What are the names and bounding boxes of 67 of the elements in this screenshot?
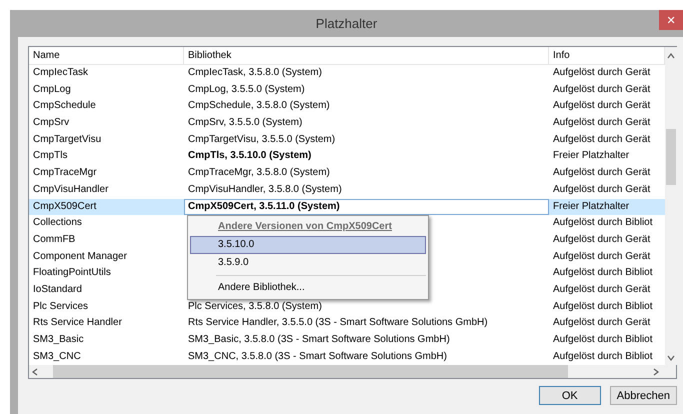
scrollbar-thumb[interactable] [666,129,676,185]
name-cell-text: CmpTls [32,149,68,164]
name-cell-text: Rts Service Handler [32,316,123,330]
name-cell-text: Plc Services [32,300,90,314]
scroll-up-icon[interactable] [667,52,675,60]
info-cell-text: Aufgelöst durch Bibliot [552,216,654,230]
window-title: Platzhalter [316,16,378,31]
name-cell-text: IoStandard [32,282,83,297]
info-cell-text: Freier Platzhalter [552,200,630,214]
library-cell-text: Rts Service Handler, 3.5.5.0 (3S - Smart Software Solutions GmbH) [187,316,489,330]
info-cell-text: Aufgelöst durch Bibliot [552,333,654,347]
library-cell-text: CmpIecTask, 3.5.8.0 (System) [187,66,323,80]
library-cell-text: CmpTargetVisu, 3.5.5.0 (System) [187,132,336,147]
info-cell-text: Aufgelöst durch Gerät [552,66,652,80]
name-cell-text: Collections [32,216,83,230]
menu-item[interactable]: Andere Bibliothek... [190,279,426,297]
menu-item[interactable]: 3.5.9.0 [190,254,426,272]
info-cell-text: Aufgelöst durch Gerät [552,99,652,114]
column-header[interactable]: Bibliothek [184,47,549,64]
menu-item[interactable]: 3.5.10.0 [190,236,426,254]
info-cell-text: Aufgelöst durch Bibliot [552,350,654,364]
scroll-right-icon[interactable] [652,368,660,376]
name-cell-text: CmpLog [32,82,72,97]
info-cell-text: Aufgelöst durch Gerät [552,282,652,297]
info-cell-text: Aufgelöst durch Gerät [552,316,652,330]
ok-button[interactable]: OK [538,386,601,405]
cancel-button[interactable]: Abbrechen [610,386,677,405]
menu-heading: Andere Versionen von CmpX509Cert [218,220,392,234]
horizontal-scrollbar[interactable] [29,365,676,378]
info-cell-text: Freier Platzhalter [552,149,630,164]
name-cell-text: CommFB [32,232,76,247]
name-cell-text: CmpTraceMgr [32,166,98,180]
info-cell-text: Aufgelöst durch Bibliot [552,300,654,314]
info-cell-text: Aufgelöst durch Gerät [552,82,652,97]
info-cell-text: Aufgelöst durch Gerät [552,116,652,130]
scrollbar-thumb[interactable] [53,365,568,378]
info-cell-text: Aufgelöst durch Gerät [552,182,652,197]
name-cell-text: Component Manager [32,250,128,264]
library-cell-text: Plc Services, 3.5.8.0 (System) [187,300,323,314]
name-cell-text: CmpSchedule [32,99,97,114]
library-cell-text: CmpTls, 3.5.10.0 (System) [187,149,312,164]
name-cell-text: CmpVisuHandler [32,182,110,197]
library-cell-text: CmpSchedule, 3.5.8.0 (System) [187,99,331,114]
library-cell: CmpX509Cert, 3.5.11.0 (System) [184,198,549,216]
library-cell-text: CmpVisuHandler, 3.5.8.0 (System) [187,182,343,197]
library-cell-text: CmpSrv, 3.5.5.0 (System) [187,116,304,130]
name-cell-text: CmpTargetVisu [32,132,102,147]
name-cell-text: CmpX509Cert [32,200,98,214]
library-cell-text: SM3_CNC, 3.5.8.0 (3S - Smart Software Solutions GmbH) [187,350,448,364]
info-cell-text: Aufgelöst durch Gerät [552,250,652,264]
info-cell-text: Aufgelöst durch Gerät [552,232,652,247]
info-cell-text: Aufgelöst durch Gerät [552,166,652,180]
name-cell-text: SM3_Basic [32,333,85,347]
name-cell-text: SM3_CNC [32,350,82,364]
name-cell-text: FloatingPointUtils [32,266,112,280]
library-cell-text: CmpLog, 3.5.5.0 (System) [187,82,306,97]
library-cell-text: CmpTraceMgr, 3.5.8.0 (System) [187,166,331,180]
close-button[interactable]: ✕ [659,10,683,30]
library-cell-text: SM3_Basic, 3.5.8.0 (3S - Smart Software Solutions GmbH) [187,333,451,347]
selected-row[interactable]: CmpX509Cert CmpX509Cert, 3.5.11.0 (System) Freier Platzhalter [29,198,665,216]
info-cell-text: Aufgelöst durch Gerät [552,132,652,147]
scroll-left-icon[interactable] [31,368,39,376]
column-header[interactable]: Name [29,47,184,64]
scroll-down-icon[interactable] [667,354,675,362]
info-cell-text: Aufgelöst durch Bibliot [552,266,654,280]
name-cell-text: CmpIecTask [32,66,90,80]
name-cell-text: CmpSrv [32,116,70,130]
